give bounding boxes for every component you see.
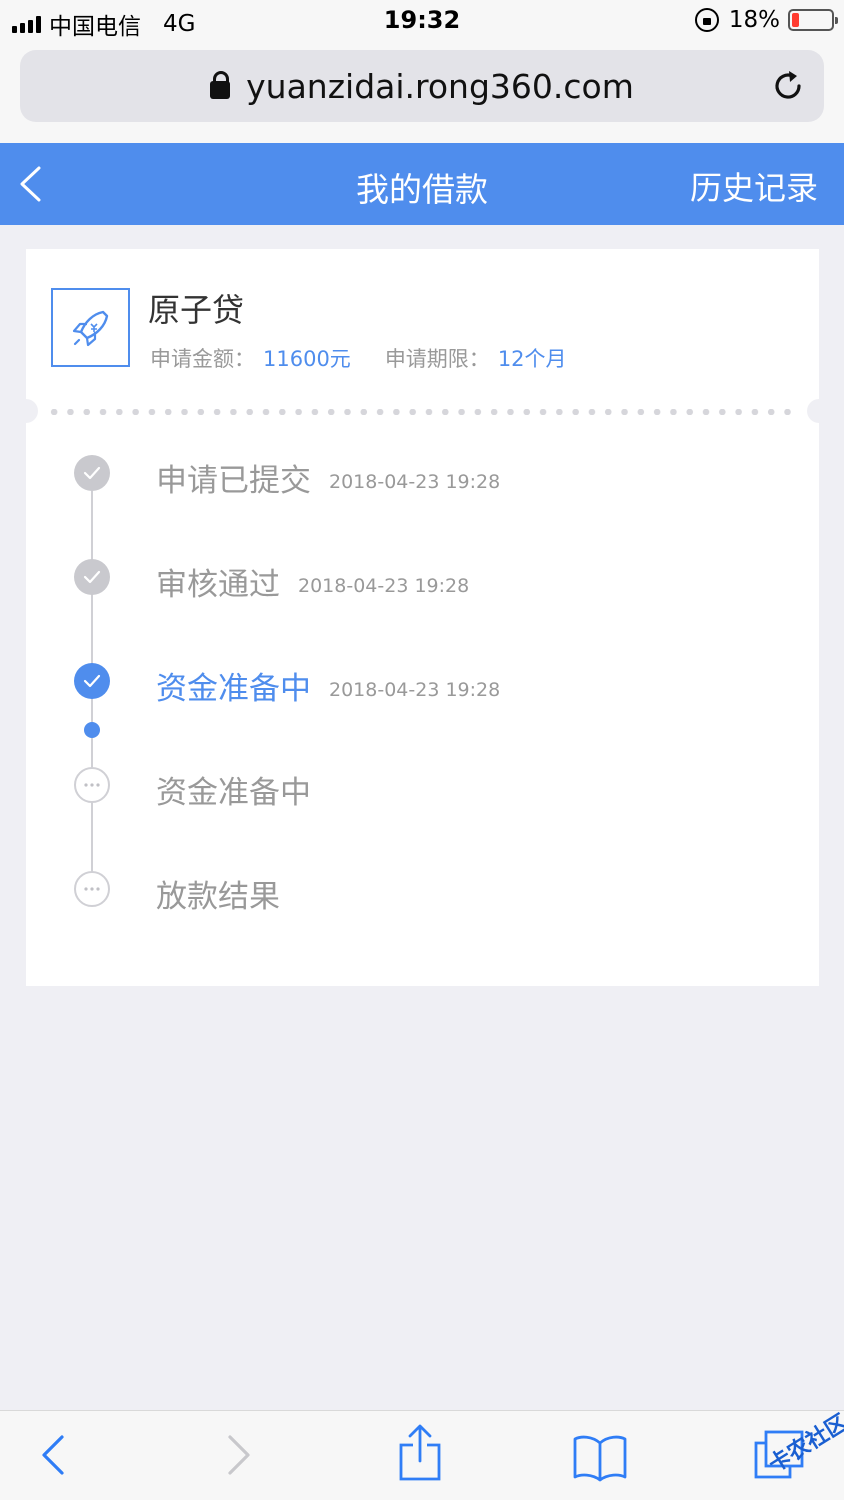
step-5-pending-icon [74,871,110,907]
step-4-label: 资金准备中 [156,775,311,811]
status-bar: 中国电信 4G 19:32 18% [0,0,844,40]
step-2-check-icon [74,559,110,595]
product-logo [51,288,130,367]
timeline-step-1: 申请已提交 2018-04-23 19:28 [156,455,500,500]
share-icon[interactable] [398,1423,442,1483]
amount-value: 11600元 [263,347,351,371]
timeline-step-5: 放款结果 [156,871,280,916]
address-bar[interactable]: yuanzidai.rong360.com [20,50,824,122]
step-3-label: 资金准备中 [156,671,311,707]
secure-lock-icon [210,71,231,99]
amount-label: 申请金额： [150,347,255,371]
timeline-step-3: 资金准备中 2018-04-23 19:28 [156,663,500,708]
bookmarks-icon[interactable] [572,1433,628,1483]
step-1-label: 申请已提交 [156,463,311,499]
step-5-label: 放款结果 [156,879,280,915]
term-value: 12个月 [497,347,567,371]
timeline-step-2: 审核通过 2018-04-23 19:28 [156,559,469,604]
step-1-check-icon [74,455,110,491]
back-icon[interactable] [40,1433,66,1477]
step-1-time: 2018-04-23 19:28 [329,471,501,493]
step-2-label: 审核通过 [156,567,280,603]
current-progress-dot [84,722,100,738]
battery-icon [788,9,838,31]
browser-chrome: yuanzidai.rong360.com [0,40,844,143]
orientation-lock-icon [694,8,719,32]
loan-info-row: 申请金额： 11600元 申请期限： 12个月 [150,343,567,373]
app-header: 我的借款 历史记录 [0,143,844,225]
forward-icon[interactable] [226,1433,252,1477]
step-2-time: 2018-04-23 19:28 [298,575,470,597]
status-right: 18% [694,7,838,33]
loan-card: 原子贷 申请金额： 11600元 申请期限： 12个月 申请已提交 2018-04-23… [14,249,831,986]
term-label: 申请期限： [384,347,490,371]
browser-toolbar [0,1410,844,1500]
step-3-time: 2018-04-23 19:28 [329,679,501,701]
battery-percent: 18% [728,7,780,33]
perforated-divider [14,399,831,423]
product-name: 原子贷 [148,291,245,329]
step-4-pending-icon [74,767,110,803]
step-3-check-icon [74,663,110,699]
rocket-icon [72,310,108,346]
address-text-container: yuanzidai.rong360.com [20,67,824,106]
timeline-step-4: 资金准备中 [156,767,311,812]
history-record-link[interactable]: 历史记录 [690,163,818,209]
url-text: yuanzidai.rong360.com [246,67,634,106]
reload-icon[interactable] [770,68,806,104]
